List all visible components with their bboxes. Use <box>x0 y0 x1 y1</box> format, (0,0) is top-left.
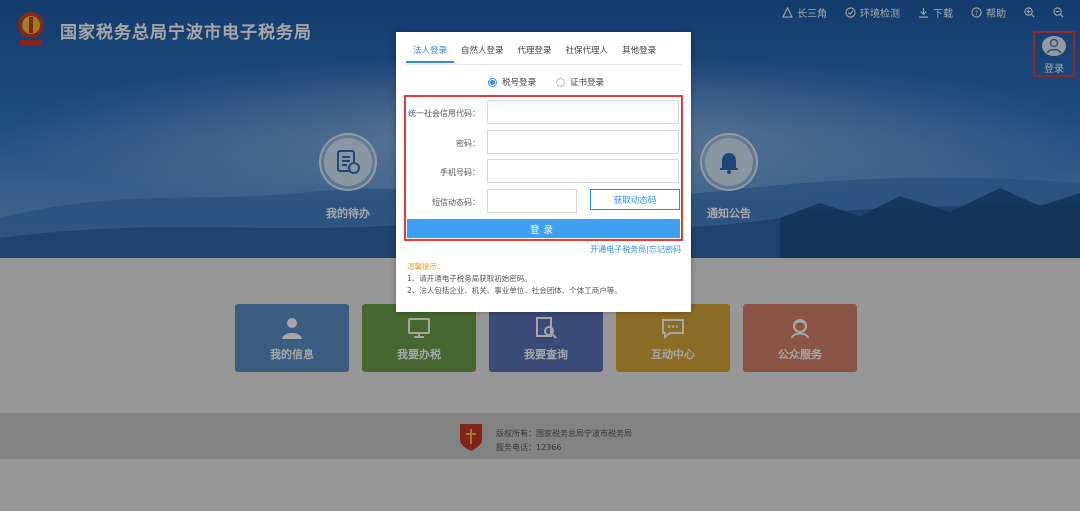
password-input[interactable] <box>487 130 679 154</box>
radio-certificate-login[interactable]: 证书登录 <box>556 76 604 88</box>
radio-label: 证书登录 <box>570 78 605 88</box>
get-sms-code-button[interactable]: 获取动态码 <box>590 189 680 210</box>
credit-code-input[interactable] <box>487 100 679 124</box>
forgot-password-link[interactable]: 忘记密码 <box>649 245 681 254</box>
phone-row: 手机号码： <box>406 159 681 185</box>
credit-code-row: 统一社会信用代码： <box>406 100 681 126</box>
login-modal: 法人登录 自然人登录 代理登录 社保代理人 其他登录 税号登录 证书登录 统一社… <box>396 32 691 312</box>
tab-agent[interactable]: 代理登录 <box>511 44 559 63</box>
tab-divider <box>406 64 682 65</box>
radio-label: 税号登录 <box>502 78 537 88</box>
password-row: 密码： <box>406 130 681 156</box>
submit-login-button[interactable]: 登录 <box>407 219 680 238</box>
phone-label: 手机号码： <box>440 168 480 177</box>
credit-code-label: 统一社会信用代码： <box>408 109 480 118</box>
tab-legal-person[interactable]: 法人登录 <box>406 44 455 63</box>
tips-title: 温馨提示： <box>407 262 445 271</box>
tip-line: 1、请开通电子税务局获取初始密码。 <box>407 274 532 283</box>
tab-social-security-agent[interactable]: 社保代理人 <box>559 44 616 63</box>
sms-code-row: 短信动态码： 获取动态码 <box>406 189 681 215</box>
tab-other[interactable]: 其他登录 <box>615 44 663 63</box>
tip-line: 2、法人包括企业、机关、事业单位、社会团体、个体工商户等。 <box>407 286 622 295</box>
tips-block: 温馨提示： 1、请开通电子税务局获取初始密码。 2、法人包括企业、机关、事业单位… <box>407 261 622 297</box>
password-label: 密码： <box>456 139 480 148</box>
open-account-link[interactable]: 开通电子税务局 <box>590 245 646 254</box>
account-links: 开通电子税务局|忘记密码 <box>590 244 681 255</box>
radio-unchecked-indicator <box>556 77 566 87</box>
login-method-radios: 税号登录 证书登录 <box>488 76 604 88</box>
sms-code-label: 短信动态码： <box>432 198 480 207</box>
sms-code-input[interactable] <box>487 189 577 213</box>
login-tabs: 法人登录 自然人登录 代理登录 社保代理人 其他登录 <box>406 44 663 63</box>
radio-checked-indicator <box>488 77 497 87</box>
login-form-highlight: 统一社会信用代码： 密码： 手机号码： 短信动态码： 获取动态码 登录 <box>404 95 683 241</box>
radio-tax-id-login[interactable]: 税号登录 <box>488 76 536 88</box>
phone-input[interactable] <box>487 159 679 183</box>
tab-natural-person[interactable]: 自然人登录 <box>454 44 511 63</box>
